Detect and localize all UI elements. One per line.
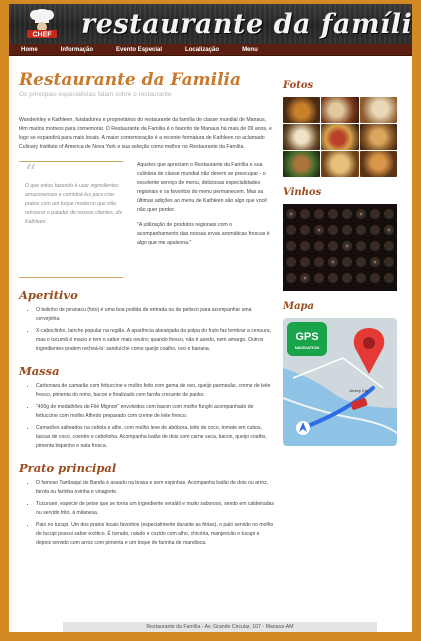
list-item: Camarões salteados na cebola e alho, com…: [36, 424, 274, 451]
quote-text: O que estou fazendo é usar ingredientes …: [25, 183, 123, 225]
aperitivo-list: O bolinho de piranacu (foto) é uma boa p…: [19, 306, 274, 354]
food-photo[interactable]: [321, 97, 359, 123]
food-photo[interactable]: [283, 151, 321, 177]
pull-quote: “ O que estou fazendo é usar ingrediente…: [19, 161, 123, 278]
nav-item-home[interactable]: Home: [21, 47, 38, 53]
feature-block: “ O que estou fazendo é usar ingrediente…: [19, 161, 274, 278]
list-item: O famoso Tambaqui de Banda é assado na b…: [36, 479, 274, 497]
prato-principal-list: O famoso Tambaqui de Banda é assado na b…: [19, 479, 274, 548]
list-item: Tucunaré, espécie de peixe que se torna …: [36, 500, 274, 518]
logo-text: CHEF: [32, 32, 52, 39]
nav-item-evento-especial[interactable]: Evento Especial: [116, 47, 162, 53]
header-banner: CHEF restaurante da família: [9, 4, 412, 44]
map-image: GPS NAVIGATION Jersey City: [283, 318, 397, 446]
nav-item-menu[interactable]: Menu: [242, 47, 258, 53]
nav-item-informacao[interactable]: Informação: [61, 47, 93, 53]
site-title: restaurante da família: [81, 9, 412, 40]
food-photo[interactable]: [321, 124, 359, 150]
column-text: Aqueles que apreciam o Restaurante da Fa…: [137, 161, 272, 278]
column-paragraph: Aqueles que apreciam o Restaurante da Fa…: [137, 162, 268, 213]
list-item: Paio no tucupi. Um dos pratos locais fav…: [36, 521, 274, 548]
page-frame: CHEF restaurante da família Home Informa…: [9, 4, 412, 632]
food-photo[interactable]: [283, 97, 321, 123]
food-photo[interactable]: [359, 151, 397, 177]
gps-map[interactable]: GPS NAVIGATION Jersey City: [283, 318, 397, 446]
gps-badge-subtext: NAVIGATION: [295, 345, 320, 350]
page-title: Restaurante da Familia: [19, 70, 242, 90]
list-item: O bolinho de piranacu (foto) é uma boa p…: [36, 306, 274, 324]
section-title-prato-principal: Prato principal: [19, 461, 117, 475]
main-nav: Home Informação Evento Especial Localiza…: [9, 44, 412, 56]
wine-bottles-image: [283, 204, 397, 291]
wines-title: Vinhos: [283, 187, 322, 198]
food-photo[interactable]: [359, 124, 397, 150]
list-item: X-caboclinho, lanche popular na região. …: [36, 327, 274, 354]
photos-title: Fotos: [283, 80, 314, 91]
food-photo[interactable]: [283, 124, 321, 150]
food-photo[interactable]: [359, 97, 397, 123]
sidebar: Fotos Vinhos Mapa GPS NAVIGATION Jersey …: [283, 80, 407, 446]
massa-list: Carbonara de camarão com fettuccine e mo…: [19, 382, 274, 451]
food-photo[interactable]: [321, 151, 359, 177]
column-paragraph: "A utilização de produtos regionais com …: [137, 222, 270, 246]
gps-badge-text: GPS: [295, 331, 318, 343]
chef-logo: CHEF: [27, 9, 57, 39]
footer: Restaurante da Família - Av. Grande Circ…: [63, 622, 377, 632]
nav-item-localizacao[interactable]: Localização: [185, 47, 219, 53]
list-item: Carbonara de camarão com fettuccine e mo…: [36, 382, 274, 400]
map-city-label: Jersey City: [349, 388, 369, 393]
section-title-aperitivo: Aperitivo: [19, 288, 78, 302]
map-title: Mapa: [283, 301, 315, 312]
main-content: Restaurante da Familia Os principais esp…: [19, 70, 274, 551]
quote-mark-icon: “: [25, 161, 37, 186]
intro-paragraph: Wanderkley e Kathleen, fundadores e prop…: [19, 117, 272, 150]
section-title-massa: Massa: [19, 364, 60, 378]
wine-rack-photo[interactable]: [283, 204, 397, 291]
list-item: "400g de medalhões de Filé Mignon" envol…: [36, 403, 274, 421]
photo-gallery[interactable]: [283, 97, 397, 177]
page-subtitle: Os principais especialistas falam sobre …: [19, 91, 172, 98]
